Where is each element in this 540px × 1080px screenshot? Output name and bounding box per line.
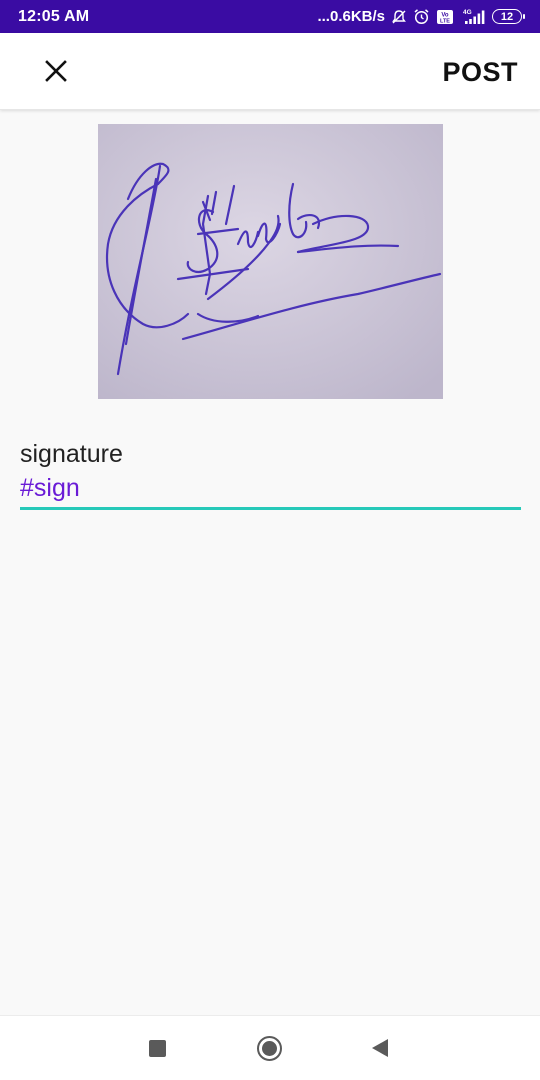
home-icon[interactable]: [257, 1036, 282, 1061]
system-nav-bar: [0, 1015, 540, 1080]
post-button[interactable]: POST: [442, 53, 518, 91]
caption-underline: [20, 507, 521, 510]
status-bar: 12:05 AM ...0.6KB/s Vo LTE 4G 12: [0, 0, 540, 33]
network-type: 4G: [463, 9, 472, 16]
back-icon[interactable]: [372, 1039, 388, 1057]
alarm-icon: [413, 8, 430, 25]
recents-icon[interactable]: [149, 1040, 166, 1057]
screen: 12:05 AM ...0.6KB/s Vo LTE 4G 12 POST si…: [0, 0, 540, 1080]
close-button[interactable]: [30, 45, 82, 97]
close-icon: [45, 60, 67, 82]
status-time: 12:05 AM: [18, 7, 90, 25]
post-image[interactable]: [98, 124, 443, 399]
app-bar: POST: [0, 33, 540, 110]
caption-input[interactable]: signature #sign: [20, 437, 520, 505]
caption-hashtag[interactable]: #sign: [20, 471, 520, 505]
network-speed: ...0.6KB/s: [317, 8, 385, 25]
volte-icon: Vo LTE: [436, 9, 454, 25]
signature-drawing: [98, 124, 443, 399]
caption-text: signature: [20, 440, 123, 468]
mute-icon: [391, 9, 407, 25]
signal-icon: 4G: [460, 8, 486, 26]
battery-icon: 12: [492, 9, 525, 24]
svg-text:LTE: LTE: [440, 18, 450, 24]
status-icons: ...0.6KB/s Vo LTE 4G 12: [317, 8, 525, 26]
